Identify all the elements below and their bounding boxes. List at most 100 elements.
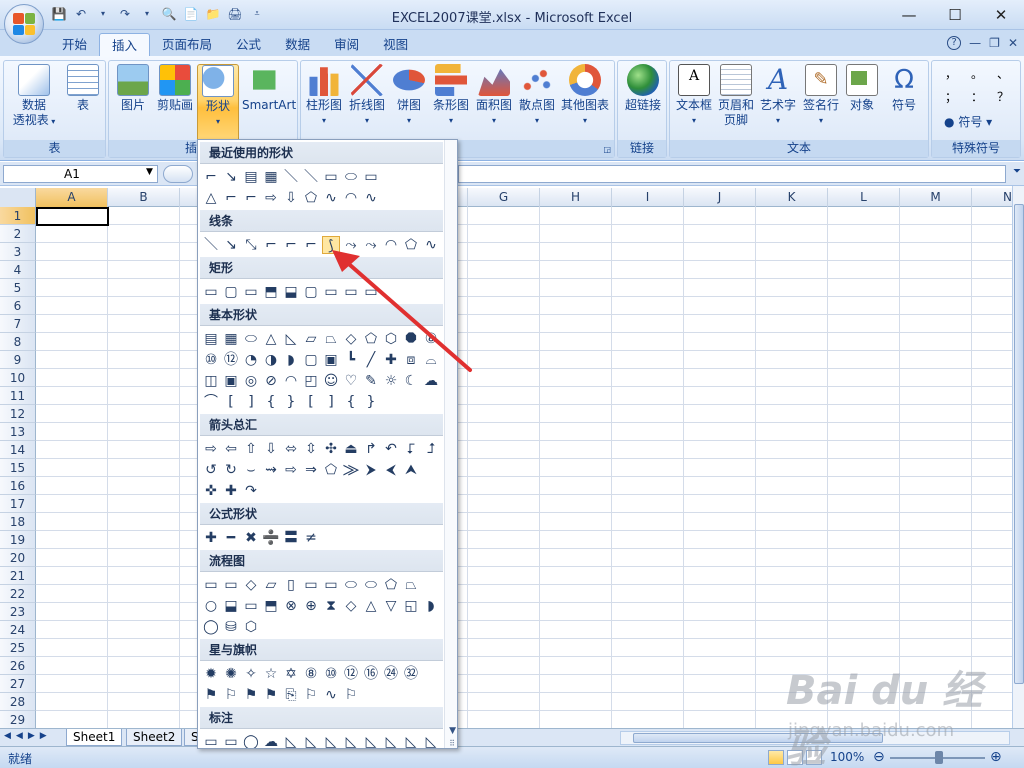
- shape-option-icon[interactable]: ⨠: [342, 461, 360, 479]
- shape-option-icon[interactable]: ▭: [242, 597, 260, 615]
- gallery-scroll-down-icon[interactable]: ▼: [449, 726, 456, 736]
- shape-option-icon[interactable]: ⚐: [342, 686, 360, 704]
- shape-option-icon[interactable]: ↻: [222, 461, 240, 479]
- shape-option-icon[interactable]: ◺: [342, 733, 360, 748]
- minimize-button[interactable]: —: [886, 0, 932, 30]
- active-cell-a1[interactable]: [36, 207, 109, 226]
- shape-option-icon[interactable]: ㉔: [382, 665, 400, 683]
- shape-option-icon[interactable]: ━: [222, 529, 240, 547]
- column-header[interactable]: H: [540, 188, 612, 207]
- shape-option-icon[interactable]: ⚑: [202, 686, 220, 704]
- shape-option-icon[interactable]: ◰: [302, 372, 320, 390]
- worksheet-grid[interactable]: ABCDEFGHIJKLMN 1234567891011121314151617…: [0, 188, 1012, 728]
- shape-option-icon[interactable]: ▭: [362, 168, 380, 186]
- shape-option-icon[interactable]: ☆: [262, 665, 280, 683]
- shape-option-icon[interactable]: ◺: [302, 733, 320, 748]
- shape-option-icon[interactable]: ▱: [302, 330, 320, 348]
- row-header[interactable]: 2: [0, 225, 36, 243]
- shape-option-icon[interactable]: ⬠: [322, 461, 340, 479]
- symbol-colon[interactable]: ：: [964, 88, 990, 105]
- charts-dialog-launcher-icon[interactable]: ◲: [603, 145, 611, 154]
- shape-option-icon[interactable]: ▭: [222, 576, 240, 594]
- shape-option-icon[interactable]: ▱: [262, 576, 280, 594]
- shape-option-icon[interactable]: ◔: [242, 351, 260, 369]
- shape-option-icon[interactable]: ✣: [322, 440, 340, 458]
- help-icon[interactable]: ?: [947, 36, 962, 50]
- shape-option-icon[interactable]: ✖: [242, 529, 260, 547]
- shape-option-icon[interactable]: ⌐: [282, 236, 300, 254]
- shape-option-icon[interactable]: ⌐: [262, 236, 280, 254]
- name-box-dropdown-icon[interactable]: ▼: [146, 167, 153, 177]
- shape-option-icon[interactable]: ]: [322, 393, 340, 411]
- row-header[interactable]: 28: [0, 693, 36, 711]
- row-header[interactable]: 3: [0, 243, 36, 261]
- shape-option-icon[interactable]: ○: [202, 597, 220, 615]
- smartart-button[interactable]: SmartArt: [242, 64, 296, 140]
- shape-option-icon[interactable]: ◺: [382, 733, 400, 748]
- bar-chart-button[interactable]: 条形图 ▾: [431, 64, 471, 140]
- shape-option-icon[interactable]: ◺: [282, 733, 300, 748]
- shape-option-icon[interactable]: }: [362, 393, 380, 411]
- shape-option-icon[interactable]: ▭: [202, 283, 220, 301]
- shape-option-icon[interactable]: ⬄: [282, 440, 300, 458]
- shape-option-icon[interactable]: {: [262, 393, 280, 411]
- shape-option-icon[interactable]: ㉜: [402, 665, 420, 683]
- shape-option-icon[interactable]: ∿: [322, 189, 340, 207]
- shapes-button[interactable]: 形状 ▾: [197, 64, 239, 144]
- symbol-period[interactable]: 。: [964, 65, 990, 82]
- shape-option-icon[interactable]: ↘: [222, 168, 240, 186]
- shape-option-icon[interactable]: ◇: [342, 597, 360, 615]
- shape-option-icon[interactable]: ⑩: [322, 665, 340, 683]
- other-charts-button[interactable]: 其他图表 ▾: [559, 64, 611, 140]
- object-button[interactable]: 对象: [844, 64, 880, 140]
- shape-option-icon[interactable]: ⌒: [202, 393, 220, 411]
- shape-option-icon[interactable]: ⎘: [282, 686, 300, 704]
- column-header[interactable]: G: [468, 188, 540, 207]
- hyperlink-button[interactable]: 超链接: [621, 64, 665, 140]
- column-chart-button[interactable]: 柱形图 ▾: [304, 64, 344, 140]
- shape-option-icon[interactable]: ▤: [202, 330, 220, 348]
- shape-option-icon[interactable]: ⊕: [302, 597, 320, 615]
- shape-option-icon[interactable]: ⇩: [282, 189, 300, 207]
- symbol-enum-comma[interactable]: 、: [990, 65, 1016, 82]
- row-header[interactable]: 15: [0, 459, 36, 477]
- office-button[interactable]: [4, 4, 44, 44]
- shape-option-icon[interactable]: ◠: [342, 189, 360, 207]
- shape-option-icon[interactable]: ⌐: [302, 236, 320, 254]
- shape-option-icon[interactable]: ⊗: [282, 597, 300, 615]
- shape-option-icon[interactable]: ▢: [302, 283, 320, 301]
- shape-option-icon[interactable]: ↘: [222, 236, 240, 254]
- sheet-tab-2[interactable]: Sheet2: [126, 729, 183, 746]
- workbook-minimize-button[interactable]: —: [969, 36, 981, 50]
- shape-option-icon[interactable]: ↺: [202, 461, 220, 479]
- shape-option-icon[interactable]: ⑫: [222, 351, 240, 369]
- shape-option-icon[interactable]: ◇: [242, 576, 260, 594]
- row-header[interactable]: 18: [0, 513, 36, 531]
- formula-function-button[interactable]: [163, 165, 193, 183]
- text-box-button[interactable]: A 文本框 ▾: [673, 64, 715, 140]
- shape-option-icon[interactable]: ◠: [282, 372, 300, 390]
- symbol-question[interactable]: ？: [990, 88, 1016, 105]
- shape-option-icon[interactable]: ▦: [222, 330, 240, 348]
- row-header[interactable]: 13: [0, 423, 36, 441]
- special-symbol-dropdown[interactable]: ● 符号 ▾: [944, 113, 992, 130]
- shape-option-icon[interactable]: ▦: [262, 168, 280, 186]
- shape-option-icon[interactable]: △: [362, 597, 380, 615]
- shape-option-icon[interactable]: ▭: [222, 733, 240, 748]
- shape-option-icon[interactable]: △: [262, 330, 280, 348]
- shape-option-icon[interactable]: △: [202, 189, 220, 207]
- tab-data[interactable]: 数据: [273, 33, 322, 56]
- zoom-in-icon[interactable]: ⊕: [990, 749, 1002, 765]
- shape-option-icon[interactable]: ✹: [202, 665, 220, 683]
- shape-option-icon[interactable]: ⧗: [322, 597, 340, 615]
- pie-chart-button[interactable]: 饼图 ▾: [391, 64, 427, 140]
- shape-option-icon[interactable]: ⤡: [242, 236, 260, 254]
- gallery-scrollbar[interactable]: [444, 140, 457, 748]
- shape-option-icon[interactable]: ◱: [402, 597, 420, 615]
- shape-option-icon[interactable]: ⇝: [262, 461, 280, 479]
- row-header[interactable]: 5: [0, 279, 36, 297]
- sheet-tab-1[interactable]: Sheet1: [66, 729, 123, 746]
- row-header[interactable]: 1: [0, 207, 36, 225]
- workbook-close-button[interactable]: ✕: [1008, 36, 1018, 50]
- shape-option-icon[interactable]: ⚑: [262, 686, 280, 704]
